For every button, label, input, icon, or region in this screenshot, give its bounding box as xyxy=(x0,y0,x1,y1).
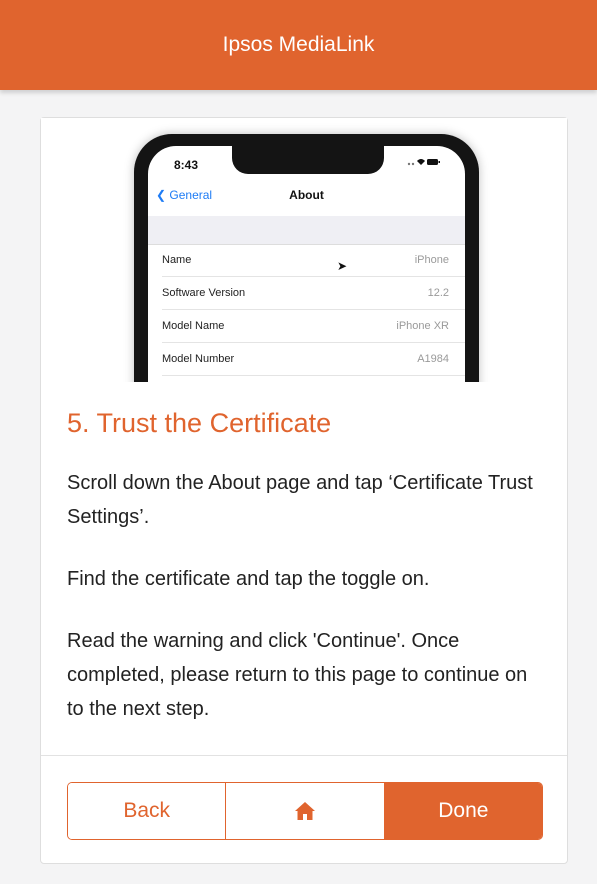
home-button[interactable] xyxy=(225,783,384,839)
phone-about-list: Name iPhone Software Version 12.2 Model … xyxy=(148,244,465,376)
step-title: 5. Trust the Certificate xyxy=(67,408,332,438)
back-button[interactable]: Back xyxy=(68,783,226,839)
step-paragraph: Scroll down the About page and tap ‘Cert… xyxy=(67,472,533,528)
instruction-card: 8:43 ❮ General About Name iPhone Softwar… xyxy=(40,117,568,864)
row-value: A1984 xyxy=(417,353,449,365)
signal-wifi-battery-icon xyxy=(407,156,441,171)
step-paragraph: Read the warning and click 'Continue'. O… xyxy=(67,630,528,720)
row-key: Model Number xyxy=(162,353,235,365)
card-divider xyxy=(41,755,567,756)
phone-time: 8:43 xyxy=(174,158,199,172)
step-paragraph: Find the certificate and tap the toggle … xyxy=(67,568,430,590)
step-navigation: Back Done xyxy=(67,782,543,840)
phone-frame: 8:43 ❮ General About Name iPhone Softwar… xyxy=(134,134,479,382)
phone-nav-bar: ❮ General About xyxy=(148,178,465,214)
phone-nav-title: About xyxy=(289,188,324,202)
row-value: 12.2 xyxy=(427,287,449,299)
row-key: Model Name xyxy=(162,320,225,332)
done-button[interactable]: Done xyxy=(383,783,542,839)
app-title: Ipsos MediaLink xyxy=(222,33,375,56)
phone-notch xyxy=(232,146,384,174)
row-key: Software Version xyxy=(162,287,246,299)
row-value: iPhone XR xyxy=(396,320,449,332)
row-key: Name xyxy=(162,254,192,266)
phone-screen: 8:43 ❮ General About Name iPhone Softwar… xyxy=(148,146,465,382)
phone-illustration: 8:43 ❮ General About Name iPhone Softwar… xyxy=(41,118,567,382)
pointer-cursor-icon: ➤ xyxy=(337,259,348,273)
app-header: Ipsos MediaLink xyxy=(0,0,597,90)
phone-section-gap xyxy=(148,216,465,245)
phone-about-row: Software Version 12.2 xyxy=(162,277,465,310)
row-value: iPhone xyxy=(414,254,449,266)
phone-about-row: Name iPhone xyxy=(162,244,465,277)
phone-about-row: Model Name iPhone XR xyxy=(162,310,465,343)
phone-about-row: Model Number A1984 xyxy=(162,343,465,376)
home-icon xyxy=(294,801,316,821)
